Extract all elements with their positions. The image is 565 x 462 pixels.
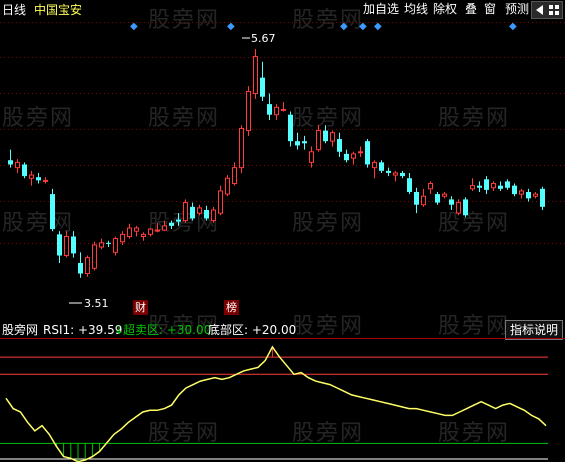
candle-body [428,183,433,190]
candle-body [120,233,125,243]
candle-body [239,127,244,169]
ranking-marker[interactable]: 榜 [224,300,239,315]
candle-body [57,234,62,256]
indicator-name: 股旁网 [2,323,39,337]
candle-body [407,178,412,192]
candle-body [99,242,104,248]
candle-body [50,194,55,230]
candle-body [365,141,370,165]
candle-body [512,185,517,195]
candle-body [519,190,524,195]
candle-body [141,233,146,237]
candle-body [85,257,90,275]
candle-body [246,90,251,132]
candle-body [491,183,496,189]
candle-body [281,108,286,111]
candle-body [302,141,307,144]
rsi-line [5,345,547,462]
low-price-label: 3.51 [84,297,109,310]
candle-body [414,192,419,205]
candle-body [386,170,391,173]
candle-body [400,172,405,177]
candlestick-chart[interactable]: 5.67 3.51 [0,0,565,320]
candle-body [526,192,531,199]
candle-body [379,162,384,171]
candle-body [29,174,34,179]
candle-body [162,225,167,231]
candle-body [197,207,202,214]
candle-body [43,179,48,182]
candle-body [309,151,314,163]
candle-body [267,104,272,115]
candle-body [183,202,188,222]
high-price-label: 5.67 [251,32,276,45]
candle-body [505,181,510,188]
candle-body [393,172,398,176]
rsi-value: RSI1: +39.59 [43,323,123,337]
candle-body [211,209,216,222]
candle-body [456,202,461,214]
candle-body [435,194,440,203]
candle-body [498,185,503,189]
candle-body [92,244,97,269]
indicator-explain-button[interactable]: 指标说明 [505,320,564,340]
candle-body [330,132,335,142]
candle-body [134,227,139,232]
candle-body [113,238,118,253]
candle-body [71,236,76,254]
candle-body [470,185,475,190]
candle-body [36,177,41,181]
candle-body [295,141,300,146]
candle-body [78,262,83,274]
candle-body [358,151,363,154]
candle-body [449,199,454,205]
candle-body [225,177,230,195]
finance-marker[interactable]: 财 [133,300,148,315]
candle-body [232,167,237,185]
candle-body [323,130,328,142]
candle-body [316,130,321,151]
candle-body [253,55,258,95]
candle-body [176,219,181,222]
candle-body [106,242,111,244]
candle-body [15,161,20,169]
candle-body [274,106,279,116]
rsi-chart[interactable] [0,338,565,462]
candle-body [540,188,545,207]
candle-body [351,153,356,159]
candle-body [344,153,349,161]
candle-body [148,228,153,235]
candle-body [169,222,174,226]
candle-body [218,190,223,214]
candle-body [533,193,538,197]
candle-body [421,195,426,206]
candle-body [64,235,69,257]
overbought-value: 超卖区: +30.00 [123,323,212,337]
candle-body [442,193,447,197]
candle-body [127,227,132,237]
candle-body [8,160,13,165]
candle-body [484,179,489,190]
bottom-value: 底部区: +20.00 [208,323,297,337]
candle-body [204,210,209,219]
candle-body [155,229,160,232]
candle-body [190,206,195,219]
candle-body [288,114,293,142]
candle-body [260,77,265,97]
candle-body [372,161,377,169]
candle-body [477,185,482,188]
candle-body [22,164,27,177]
candle-body [463,199,468,216]
candle-body [337,139,342,152]
